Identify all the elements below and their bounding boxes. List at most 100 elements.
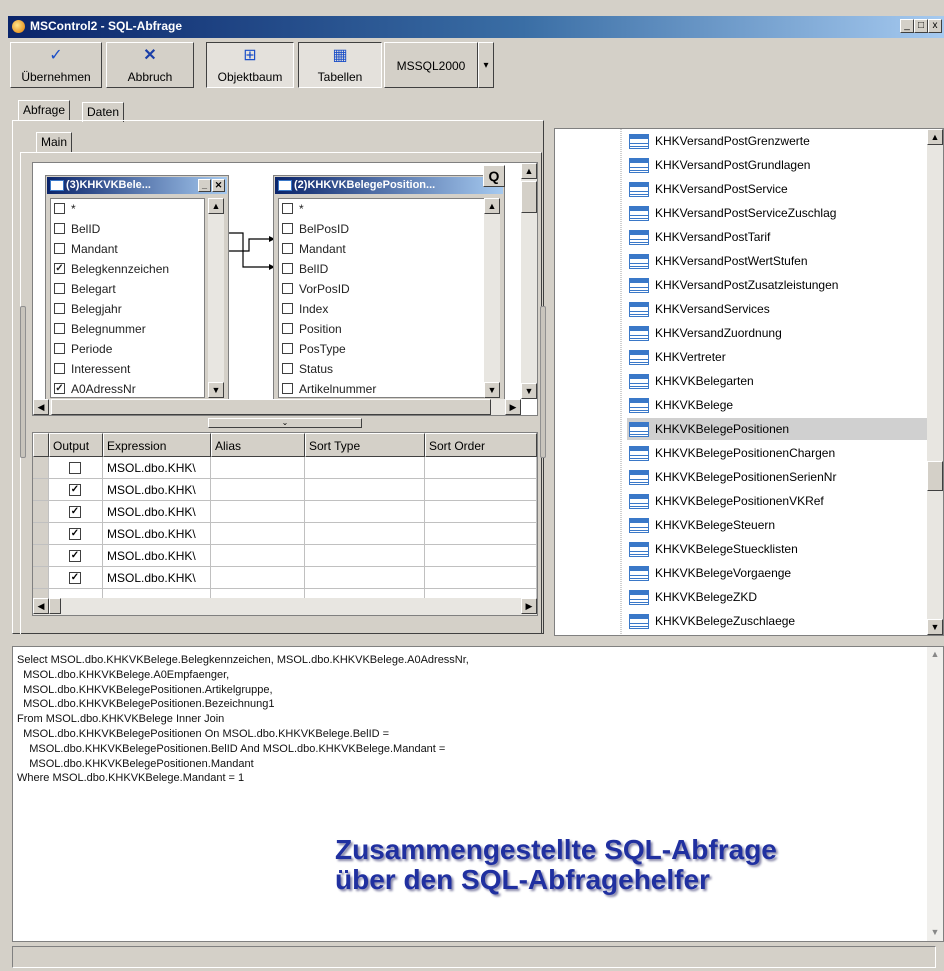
grid-cell[interactable] bbox=[211, 567, 305, 589]
table-window-belegepositionen[interactable]: (2)KHKVKBelegePosition... * BelPosID Manda… bbox=[273, 175, 505, 403]
field-list-scrollbar[interactable]: ▲ ▼ bbox=[484, 198, 500, 398]
output-checkbox[interactable]: ✓ bbox=[69, 528, 81, 540]
field-checkbox[interactable] bbox=[54, 303, 65, 314]
field-checkbox[interactable] bbox=[54, 203, 65, 214]
grid-cell[interactable]: MSOL.dbo.KHK\ bbox=[103, 457, 211, 479]
grid-header-sort-order[interactable]: Sort Order bbox=[425, 433, 537, 457]
grid-cell[interactable]: ✓ bbox=[49, 567, 103, 589]
field-checkbox[interactable] bbox=[54, 363, 65, 374]
field-checkbox[interactable] bbox=[282, 203, 293, 214]
scroll-right-button[interactable]: ▶ bbox=[521, 598, 537, 614]
tree-item[interactable]: KHKVersandZuordnung bbox=[627, 322, 943, 344]
output-checkbox[interactable]: ✓ bbox=[69, 550, 81, 562]
field-checkbox[interactable] bbox=[282, 323, 293, 334]
grid-cell[interactable] bbox=[211, 523, 305, 545]
tree-item[interactable]: KHKVersandPostService bbox=[627, 178, 943, 200]
field-list-scrollbar[interactable]: ▲ ▼ bbox=[208, 198, 224, 398]
field-checkbox[interactable] bbox=[54, 243, 65, 254]
grid-cell[interactable]: MSOL.dbo.KHK\ bbox=[103, 501, 211, 523]
field-checkbox[interactable]: ✓ bbox=[54, 263, 65, 274]
output-checkbox[interactable] bbox=[69, 462, 81, 474]
field-row[interactable]: VorPosID bbox=[279, 279, 484, 299]
tree-item[interactable]: KHKVersandPostZusatzleistungen bbox=[627, 274, 943, 296]
scroll-up-button[interactable]: ▲ bbox=[927, 647, 943, 663]
minimize-button[interactable]: _ bbox=[198, 179, 211, 192]
grid-cell[interactable]: ✓ bbox=[49, 523, 103, 545]
scroll-thumb[interactable] bbox=[927, 461, 943, 491]
tree-item[interactable]: KHKVersandPostGrenzwerte bbox=[627, 130, 943, 152]
field-row[interactable]: ✓ A0AdressNr bbox=[51, 379, 204, 397]
grid-row-selector[interactable] bbox=[33, 567, 49, 589]
close-button[interactable]: x bbox=[928, 19, 942, 33]
grid-horizontal-scrollbar[interactable]: ◀ ▶ bbox=[33, 598, 537, 615]
grid-cell[interactable]: MSOL.dbo.KHK\ bbox=[103, 567, 211, 589]
field-row[interactable]: Position bbox=[279, 319, 484, 339]
scroll-down-button[interactable]: ▼ bbox=[208, 382, 224, 398]
scroll-up-button[interactable]: ▲ bbox=[484, 198, 500, 214]
field-checkbox[interactable] bbox=[54, 343, 65, 354]
tree-item[interactable]: KHKVKBelegarten bbox=[627, 370, 943, 392]
object-tree[interactable]: KHKVersandPostGrenzwerte KHKVersandPostGr… bbox=[554, 128, 944, 636]
left-splitter[interactable] bbox=[20, 306, 26, 458]
field-row[interactable]: ✓ Belegkennzeichen bbox=[51, 259, 204, 279]
grid-cell[interactable] bbox=[211, 457, 305, 479]
grid-header-alias[interactable]: Alias bbox=[211, 433, 305, 457]
tab-data[interactable]: Daten bbox=[82, 102, 125, 122]
output-checkbox[interactable]: ✓ bbox=[69, 572, 81, 584]
output-checkbox[interactable]: ✓ bbox=[69, 484, 81, 496]
grid-cell[interactable] bbox=[305, 479, 425, 501]
table-window-title-bar[interactable]: (3)KHKVKBele... _ ✕ bbox=[47, 177, 227, 194]
maximize-button[interactable]: □ bbox=[914, 19, 928, 33]
tree-item[interactable]: KHKVKBelege bbox=[627, 394, 943, 416]
tree-item[interactable]: KHKVersandPostServiceZuschlag bbox=[627, 202, 943, 224]
cancel-button[interactable]: ✕ Abbruch bbox=[106, 42, 194, 88]
column-grid[interactable]: Output Expression Alias Sort Type Sort Order… bbox=[32, 432, 538, 616]
output-checkbox[interactable]: ✓ bbox=[69, 506, 81, 518]
grid-cell[interactable] bbox=[211, 501, 305, 523]
tab-main[interactable]: Main bbox=[36, 132, 73, 152]
grid-cell[interactable]: MSOL.dbo.KHK\ bbox=[103, 523, 211, 545]
field-checkbox[interactable] bbox=[282, 223, 293, 234]
splitter-handle[interactable]: ⌄ bbox=[208, 418, 362, 428]
tree-item[interactable]: KHKVKBelegePositionenChargen bbox=[627, 442, 943, 464]
grid-cell[interactable] bbox=[425, 523, 537, 545]
field-row[interactable]: Status bbox=[279, 359, 484, 379]
field-row[interactable]: Periode bbox=[51, 339, 204, 359]
apply-button[interactable]: ✓ Übernehmen bbox=[10, 42, 102, 88]
field-row[interactable]: Belegjahr bbox=[51, 299, 204, 319]
scroll-thumb[interactable] bbox=[51, 399, 491, 415]
field-row[interactable]: Belegart bbox=[51, 279, 204, 299]
field-checkbox[interactable] bbox=[282, 383, 293, 394]
scroll-up-button[interactable]: ▲ bbox=[521, 163, 537, 179]
field-checkbox[interactable] bbox=[282, 283, 293, 294]
minimize-button[interactable]: _ bbox=[900, 19, 914, 33]
field-row[interactable]: Belegnummer bbox=[51, 319, 204, 339]
close-button[interactable]: ✕ bbox=[212, 179, 225, 192]
tree-item[interactable]: KHKVKBelegePositionenSerienNr bbox=[627, 466, 943, 488]
field-checkbox[interactable] bbox=[282, 363, 293, 374]
sql-query-text[interactable]: Select MSOL.dbo.KHKVKBelege.Belegkennzei… bbox=[17, 653, 469, 786]
tree-item[interactable]: KHKVKBelegeStuecklisten bbox=[627, 538, 943, 560]
field-checkbox[interactable] bbox=[282, 243, 293, 254]
scroll-thumb[interactable] bbox=[521, 181, 537, 213]
grid-cell[interactable]: ✓ bbox=[49, 479, 103, 501]
tree-scrollbar[interactable]: ▲ ▼ bbox=[927, 129, 943, 635]
grid-cell[interactable] bbox=[305, 523, 425, 545]
table-window-title-bar[interactable]: (2)KHKVKBelegePosition... bbox=[275, 177, 503, 194]
scroll-down-button[interactable]: ▼ bbox=[927, 619, 943, 635]
scroll-up-button[interactable]: ▲ bbox=[208, 198, 224, 214]
diagram-horizontal-scrollbar[interactable]: ◀ ▶ bbox=[33, 399, 521, 415]
tree-item[interactable]: KHKVertreter bbox=[627, 346, 943, 368]
scroll-right-button[interactable]: ▶ bbox=[505, 399, 521, 415]
grid-cell[interactable]: ✓ bbox=[49, 501, 103, 523]
grid-cell[interactable]: ✓ bbox=[49, 545, 103, 567]
field-checkbox[interactable] bbox=[54, 283, 65, 294]
grid-cell[interactable] bbox=[305, 501, 425, 523]
grid-row-selector[interactable] bbox=[33, 523, 49, 545]
tree-item[interactable]: KHKVKBelegePositionen bbox=[627, 418, 943, 440]
tree-item[interactable]: KHKVKBelegeZuschlaege bbox=[627, 610, 943, 632]
field-row[interactable]: Artikelnummer bbox=[279, 379, 484, 397]
grid-cell[interactable] bbox=[425, 545, 537, 567]
field-checkbox[interactable] bbox=[54, 323, 65, 334]
grid-row-selector[interactable] bbox=[33, 457, 49, 479]
